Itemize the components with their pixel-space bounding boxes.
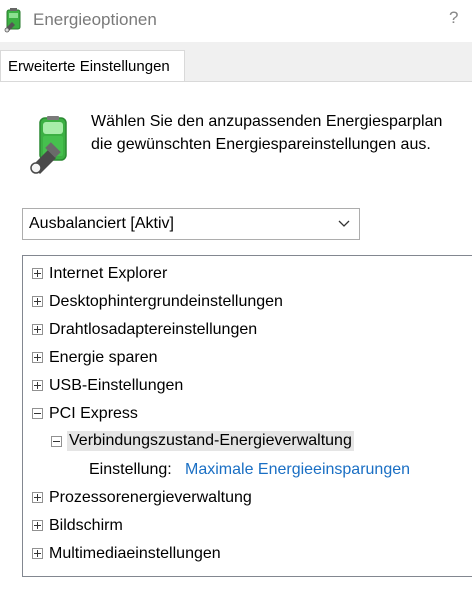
tree-item-label: Prozessorenergieverwaltung xyxy=(49,489,252,506)
tab-advanced-settings[interactable]: Erweiterte Einstellungen xyxy=(0,50,185,82)
collapse-icon[interactable] xyxy=(51,436,62,447)
window-title: Energieoptionen xyxy=(33,10,157,29)
tree-item-label: Internet Explorer xyxy=(49,265,168,282)
tree-item-label: Verbindungszustand-Energieverwaltung xyxy=(67,431,354,451)
intro-text: Wählen Sie den anzupassenden Energiespar… xyxy=(91,110,472,156)
settings-tree[interactable]: Internet Explorer Desktophintergrundeins… xyxy=(22,255,472,577)
intro-line-1: Wählen Sie den anzupassenden Energiespar… xyxy=(91,113,443,130)
setting-label: Einstellung: xyxy=(89,461,172,478)
expand-icon[interactable] xyxy=(32,268,43,279)
help-button[interactable]: ? xyxy=(449,8,458,28)
tree-item-label: Energie sparen xyxy=(49,349,158,366)
expand-icon[interactable] xyxy=(32,352,43,363)
settings-panel: Wählen Sie den anzupassenden Energiespar… xyxy=(0,81,472,590)
tree-item-label: Drahtlosadaptereinstellungen xyxy=(49,321,258,338)
title-bar: Energieoptionen ? xyxy=(0,0,472,43)
battery-plug-icon xyxy=(30,116,67,174)
setting-value-link[interactable]: Maximale Energieeinsparungen xyxy=(185,461,410,479)
plan-dropdown-value: Ausbalanciert [Aktiv] xyxy=(29,215,174,232)
expand-icon[interactable] xyxy=(32,380,43,391)
tab-strip: Erweiterte Einstellungen xyxy=(0,42,472,82)
tree-item-label: Bildschirm xyxy=(49,517,123,534)
power-options-icon xyxy=(4,8,21,33)
intro-line-2: die gewünschten Energiespareinstellungen… xyxy=(91,136,431,153)
expand-icon[interactable] xyxy=(32,296,43,307)
plan-dropdown[interactable]: Ausbalanciert [Aktiv] xyxy=(22,208,360,240)
expand-icon[interactable] xyxy=(32,324,43,335)
collapse-icon[interactable] xyxy=(32,408,43,419)
chevron-down-icon xyxy=(338,220,350,227)
tab-label: Erweiterte Einstellungen xyxy=(8,58,170,75)
expand-icon[interactable] xyxy=(32,548,43,559)
tree-item-label: Desktophintergrundeinstellungen xyxy=(49,293,283,310)
tree-item-label: USB-Einstellungen xyxy=(49,377,184,394)
expand-icon[interactable] xyxy=(32,520,43,531)
tree-item-label: Multimediaeinstellungen xyxy=(49,545,221,562)
expand-icon[interactable] xyxy=(32,492,43,503)
tree-item-label: PCI Express xyxy=(49,405,138,422)
